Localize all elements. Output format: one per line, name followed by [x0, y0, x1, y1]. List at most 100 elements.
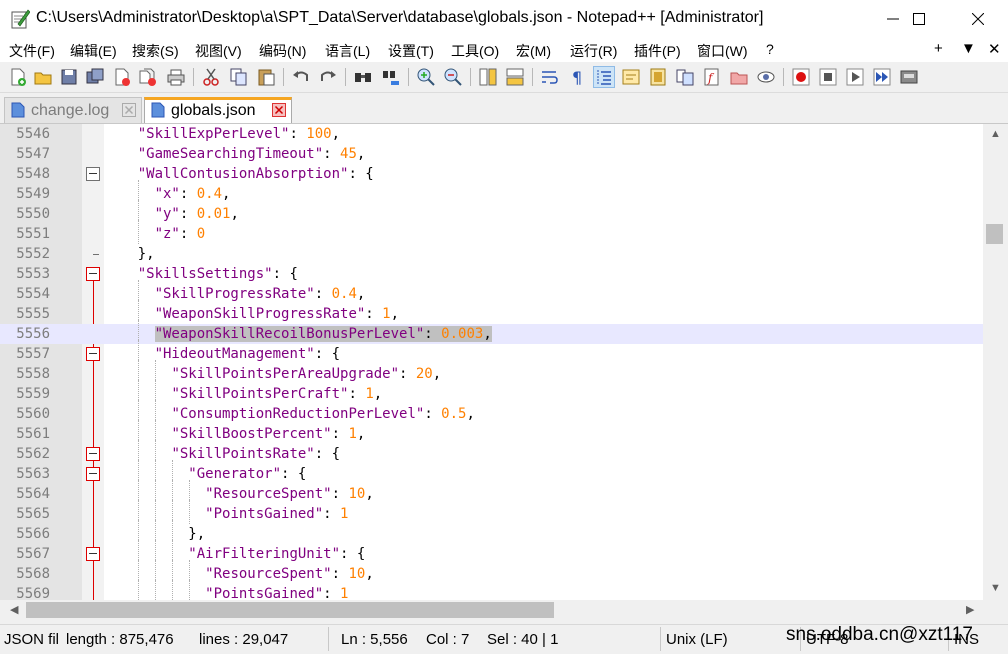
code-line[interactable]: 5562 "SkillPointsRate": {: [0, 440, 983, 464]
code-line[interactable]: 5568 "ResourceSpent": 10,: [0, 560, 983, 584]
redo-icon[interactable]: [318, 67, 338, 87]
code-line[interactable]: 5550 "y": 0.01,: [0, 200, 983, 224]
code-line[interactable]: 5566 },: [0, 520, 983, 544]
status-eol[interactable]: Unix (LF): [666, 631, 728, 648]
tab-change-log[interactable]: change.log: [4, 97, 142, 123]
menu-window[interactable]: 窗口(W): [697, 41, 748, 61]
code-line[interactable]: 5560 "ConsumptionReductionPerLevel": 0.5…: [0, 400, 983, 424]
word-wrap-icon[interactable]: [540, 67, 560, 87]
save-macro-icon[interactable]: [899, 67, 919, 87]
code-line-current[interactable]: 5556 "WeaponSkillRecoilBonusPerLevel": 0…: [0, 320, 983, 344]
cut-icon[interactable]: [201, 67, 221, 87]
toolbar-separator: [345, 68, 346, 86]
menu-file[interactable]: 文件(F): [9, 41, 55, 61]
close-all-icon[interactable]: [138, 67, 158, 87]
code-line[interactable]: 5554 "SkillProgressRate": 0.4,: [0, 280, 983, 304]
menu-tools[interactable]: 工具(O): [451, 41, 499, 61]
copy-icon[interactable]: [229, 67, 249, 87]
menu-encoding[interactable]: 编码(N): [259, 41, 306, 61]
menu-search[interactable]: 搜索(S): [132, 41, 179, 61]
tab-globals-json[interactable]: globals.json: [144, 97, 292, 123]
scroll-down-arrow-icon[interactable]: ▼: [990, 582, 1001, 594]
sync-vertical-scroll-icon[interactable]: [478, 67, 498, 87]
code-line[interactable]: 5552 },: [0, 244, 983, 264]
function-list-icon[interactable]: f: [702, 67, 722, 87]
run-macro-multiple-icon[interactable]: [872, 67, 892, 87]
menu-macro[interactable]: 宏(M): [516, 41, 551, 61]
scroll-right-arrow-icon[interactable]: ▶: [966, 603, 974, 616]
zoom-out-icon[interactable]: [443, 67, 463, 87]
zoom-in-icon[interactable]: [416, 67, 436, 87]
monitoring-icon[interactable]: [756, 67, 776, 87]
code-editor[interactable]: 5546 "SkillExpPerLevel": 100, 5547 "GameS…: [0, 124, 1008, 600]
new-tab-plus-button[interactable]: +: [934, 40, 943, 57]
folder-as-workspace-icon[interactable]: [729, 67, 749, 87]
menu-plugins[interactable]: 插件(P): [634, 41, 681, 61]
sync-horizontal-scroll-icon[interactable]: [505, 67, 525, 87]
code-line[interactable]: 5548 "WallContusionAbsorption": {: [0, 164, 983, 184]
menu-view[interactable]: 视图(V): [195, 41, 242, 61]
menu-edit[interactable]: 编辑(E): [70, 41, 117, 61]
save-all-icon[interactable]: [85, 67, 105, 87]
menu-run[interactable]: 运行(R): [570, 41, 617, 61]
notepad-app-icon[interactable]: [10, 9, 30, 29]
code-line[interactable]: 5553 "SkillsSettings": {: [0, 264, 983, 284]
show-all-characters-icon[interactable]: ¶: [567, 67, 587, 87]
maximize-button[interactable]: [896, 0, 942, 38]
json-key: "AirFilteringUnit": [188, 546, 341, 562]
play-macro-icon[interactable]: [845, 67, 865, 87]
close-document-button[interactable]: ✕: [988, 40, 1001, 58]
code-line[interactable]: 5565 "PointsGained": 1: [0, 500, 983, 524]
user-defined-language-icon[interactable]: [621, 67, 641, 87]
horizontal-scrollbar[interactable]: ◀ ▶: [0, 600, 1008, 620]
code-line[interactable]: 5559 "SkillPointsPerCraft": 1,: [0, 380, 983, 404]
print-icon[interactable]: [166, 67, 186, 87]
indent-guide-icon[interactable]: [593, 66, 615, 88]
paste-icon[interactable]: [256, 67, 276, 87]
stop-macro-icon[interactable]: [818, 67, 838, 87]
scroll-up-arrow-icon[interactable]: ▲: [990, 128, 1001, 140]
menu-settings[interactable]: 设置(T): [388, 41, 434, 61]
code-line[interactable]: 5546 "SkillExpPerLevel": 100,: [0, 124, 983, 144]
json-punctuation: {: [356, 546, 366, 562]
undo-icon[interactable]: [291, 67, 311, 87]
json-key: "y": [154, 206, 180, 222]
code-line[interactable]: 5561 "SkillBoostPercent": 1,: [0, 420, 983, 444]
code-text: },: [104, 244, 155, 264]
open-file-icon[interactable]: [33, 67, 53, 87]
tab-list-dropdown-button[interactable]: ▼: [961, 40, 976, 57]
close-tab-icon[interactable]: [122, 103, 136, 117]
new-file-icon[interactable]: [8, 67, 28, 87]
json-separator: :: [399, 366, 416, 382]
vertical-scroll-thumb[interactable]: [986, 224, 1003, 244]
close-button[interactable]: [955, 0, 1001, 38]
menu-help[interactable]: ?: [766, 41, 774, 57]
code-line[interactable]: 5567 "AirFilteringUnit": {: [0, 540, 983, 564]
code-line[interactable]: 5558 "SkillPointsPerAreaUpgrade": 20,: [0, 360, 983, 384]
menu-language[interactable]: 语言(L): [325, 41, 370, 61]
vertical-scrollbar[interactable]: ▲ ▼: [983, 124, 1008, 600]
save-icon[interactable]: [59, 67, 79, 87]
code-line[interactable]: 5557 "HideoutManagement": {: [0, 340, 983, 364]
document-map-icon[interactable]: [648, 67, 668, 87]
code-line[interactable]: 5549 "x": 0.4,: [0, 180, 983, 204]
json-separator: :: [179, 186, 197, 202]
code-line[interactable]: 5547 "GameSearchingTimeout": 45,: [0, 144, 983, 164]
indent-guide: [138, 580, 139, 600]
document-list-icon[interactable]: [675, 67, 695, 87]
code-line[interactable]: 5564 "ResourceSpent": 10,: [0, 480, 983, 504]
find-icon[interactable]: [353, 67, 373, 87]
code-line[interactable]: 5569 "PointsGained": 1: [0, 580, 983, 600]
close-tab-icon[interactable]: [272, 103, 286, 117]
code-line[interactable]: 5551 "z": 0: [0, 220, 983, 244]
close-file-icon[interactable]: [112, 67, 132, 87]
horizontal-scroll-thumb[interactable]: [26, 602, 554, 618]
code-line[interactable]: 5563 "Generator": {: [0, 460, 983, 484]
code-line[interactable]: 5555 "WeaponSkillProgressRate": 1,: [0, 300, 983, 324]
replace-icon[interactable]: [381, 67, 401, 87]
svg-text:¶: ¶: [572, 68, 582, 87]
record-macro-icon[interactable]: [791, 67, 811, 87]
json-key: "ResourceSpent": [205, 566, 332, 582]
code-text: "SkillPointsPerCraft": 1,: [104, 380, 382, 404]
scroll-left-arrow-icon[interactable]: ◀: [10, 603, 18, 616]
